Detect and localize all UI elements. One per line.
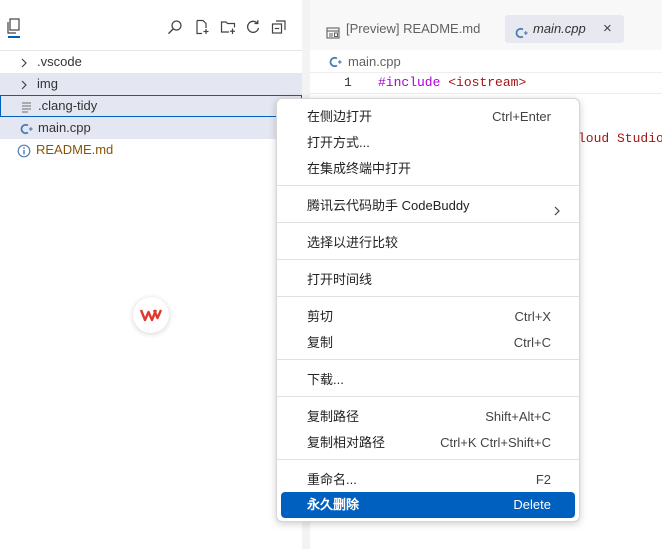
tree-item-label: .clang-tidy	[38, 98, 98, 113]
menu-item-open-with[interactable]: 打开方式...	[281, 130, 575, 156]
menu-item-label: 选择以进行比较	[307, 235, 399, 250]
menu-item-copy[interactable]: 复制 Ctrl+C	[281, 330, 575, 356]
tree-item-main-cpp[interactable]: main.cpp	[0, 117, 302, 139]
tab-label: [Preview] README.md	[346, 21, 481, 36]
wps-logo-icon[interactable]	[133, 297, 169, 333]
tree-item-label: main.cpp	[38, 120, 91, 135]
menu-item-copy-path[interactable]: 复制路径 Shift+Alt+C	[281, 404, 575, 430]
info-icon	[17, 143, 31, 158]
tab-main-cpp[interactable]: main.cpp ×	[505, 15, 624, 43]
menu-item-shortcut: Shift+Alt+C	[485, 409, 551, 424]
menu-item-open-to-side[interactable]: 在侧边打开 Ctrl+Enter	[281, 104, 575, 130]
context-menu: 在侧边打开 Ctrl+Enter 打开方式... 在集成终端中打开 腾讯云代码助…	[276, 98, 580, 522]
menu-separator	[277, 296, 579, 297]
collapse-all-icon[interactable]	[270, 18, 288, 36]
cpp-file-icon	[19, 121, 33, 135]
explorer-toolbar	[0, 0, 302, 51]
menu-item-delete-permanently[interactable]: 永久删除 Delete	[281, 492, 575, 518]
preview-icon	[326, 22, 340, 50]
menu-item-download[interactable]: 下载...	[281, 367, 575, 393]
lines-file-icon	[19, 99, 33, 113]
menu-item-shortcut: Ctrl+X	[514, 309, 551, 324]
code-header: <iostream>	[448, 75, 527, 90]
menu-item-select-for-compare[interactable]: 选择以进行比较	[281, 230, 575, 256]
menu-item-label: 打开方式...	[307, 135, 370, 150]
code-text: #include <iostream>	[378, 73, 526, 93]
tree-item-label: .vscode	[37, 54, 82, 69]
new-file-icon[interactable]	[193, 18, 211, 36]
refresh-icon[interactable]	[244, 18, 262, 36]
tree-item-clang-tidy[interactable]: .clang-tidy	[0, 95, 302, 117]
tab-label: main.cpp	[533, 21, 586, 36]
cpp-file-icon	[514, 22, 528, 50]
menu-separator	[277, 185, 579, 186]
file-tree: .vscode img .clang-tidy main.cpp README.…	[0, 51, 302, 161]
chevron-right-icon	[553, 200, 561, 216]
search-icon[interactable]	[166, 18, 184, 36]
code-keyword: #include	[378, 75, 441, 90]
menu-item-label: 剪切	[307, 309, 334, 324]
menu-item-label: 在集成终端中打开	[307, 161, 412, 176]
tree-item-label: README.md	[36, 142, 114, 157]
menu-item-label: 重命名...	[307, 472, 357, 487]
explorer-icon[interactable]	[6, 18, 22, 38]
menu-separator	[277, 222, 579, 223]
menu-item-shortcut: Ctrl+C	[513, 335, 551, 350]
code-line[interactable]: 1 #include <iostream>	[310, 72, 662, 94]
menu-item-label: 永久删除	[307, 497, 360, 512]
menu-item-label: 打开时间线	[307, 272, 373, 287]
menu-item-open-in-terminal[interactable]: 在集成终端中打开	[281, 156, 575, 182]
menu-item-label: 复制相对路径	[307, 435, 386, 450]
menu-item-cut[interactable]: 剪切 Ctrl+X	[281, 304, 575, 330]
menu-item-copy-relative-path[interactable]: 复制相对路径 Ctrl+K Ctrl+Shift+C	[281, 430, 575, 456]
chevron-right-icon	[19, 55, 31, 69]
menu-item-label: 在侧边打开	[307, 109, 373, 124]
menu-item-rename[interactable]: 重命名... F2	[281, 467, 575, 493]
chevron-right-icon	[19, 77, 31, 91]
partial-code-text: loud Studio	[578, 131, 662, 146]
tree-item-img[interactable]: img	[0, 73, 302, 95]
tree-item-vscode[interactable]: .vscode	[0, 51, 302, 73]
menu-item-shortcut: Delete	[513, 497, 551, 512]
close-icon[interactable]: ×	[603, 15, 612, 43]
tree-item-readme[interactable]: README.md	[0, 139, 302, 161]
breadcrumb-label: main.cpp	[348, 54, 401, 69]
menu-separator	[277, 396, 579, 397]
line-number: 1	[344, 75, 352, 90]
editor-tab-bar: [Preview] README.md main.cpp ×	[310, 0, 662, 50]
menu-item-label: 下载...	[307, 372, 344, 387]
menu-separator	[277, 359, 579, 360]
tree-item-label: img	[37, 76, 58, 91]
menu-item-label: 复制路径	[307, 409, 360, 424]
menu-item-open-timeline[interactable]: 打开时间线	[281, 267, 575, 293]
explorer-sidebar: .vscode img .clang-tidy main.cpp README.…	[0, 0, 302, 549]
menu-separator	[277, 459, 579, 460]
menu-item-label: 复制	[307, 335, 334, 350]
menu-item-shortcut: F2	[535, 472, 551, 487]
new-folder-icon[interactable]	[219, 18, 237, 36]
menu-item-label: 腾讯云代码助手 CodeBuddy	[307, 198, 470, 213]
menu-item-shortcut: Ctrl+Enter	[492, 109, 551, 124]
menu-separator	[277, 259, 579, 260]
menu-item-shortcut: Ctrl+K Ctrl+Shift+C	[440, 435, 551, 450]
menu-item-codebuddy[interactable]: 腾讯云代码助手 CodeBuddy	[281, 193, 575, 219]
